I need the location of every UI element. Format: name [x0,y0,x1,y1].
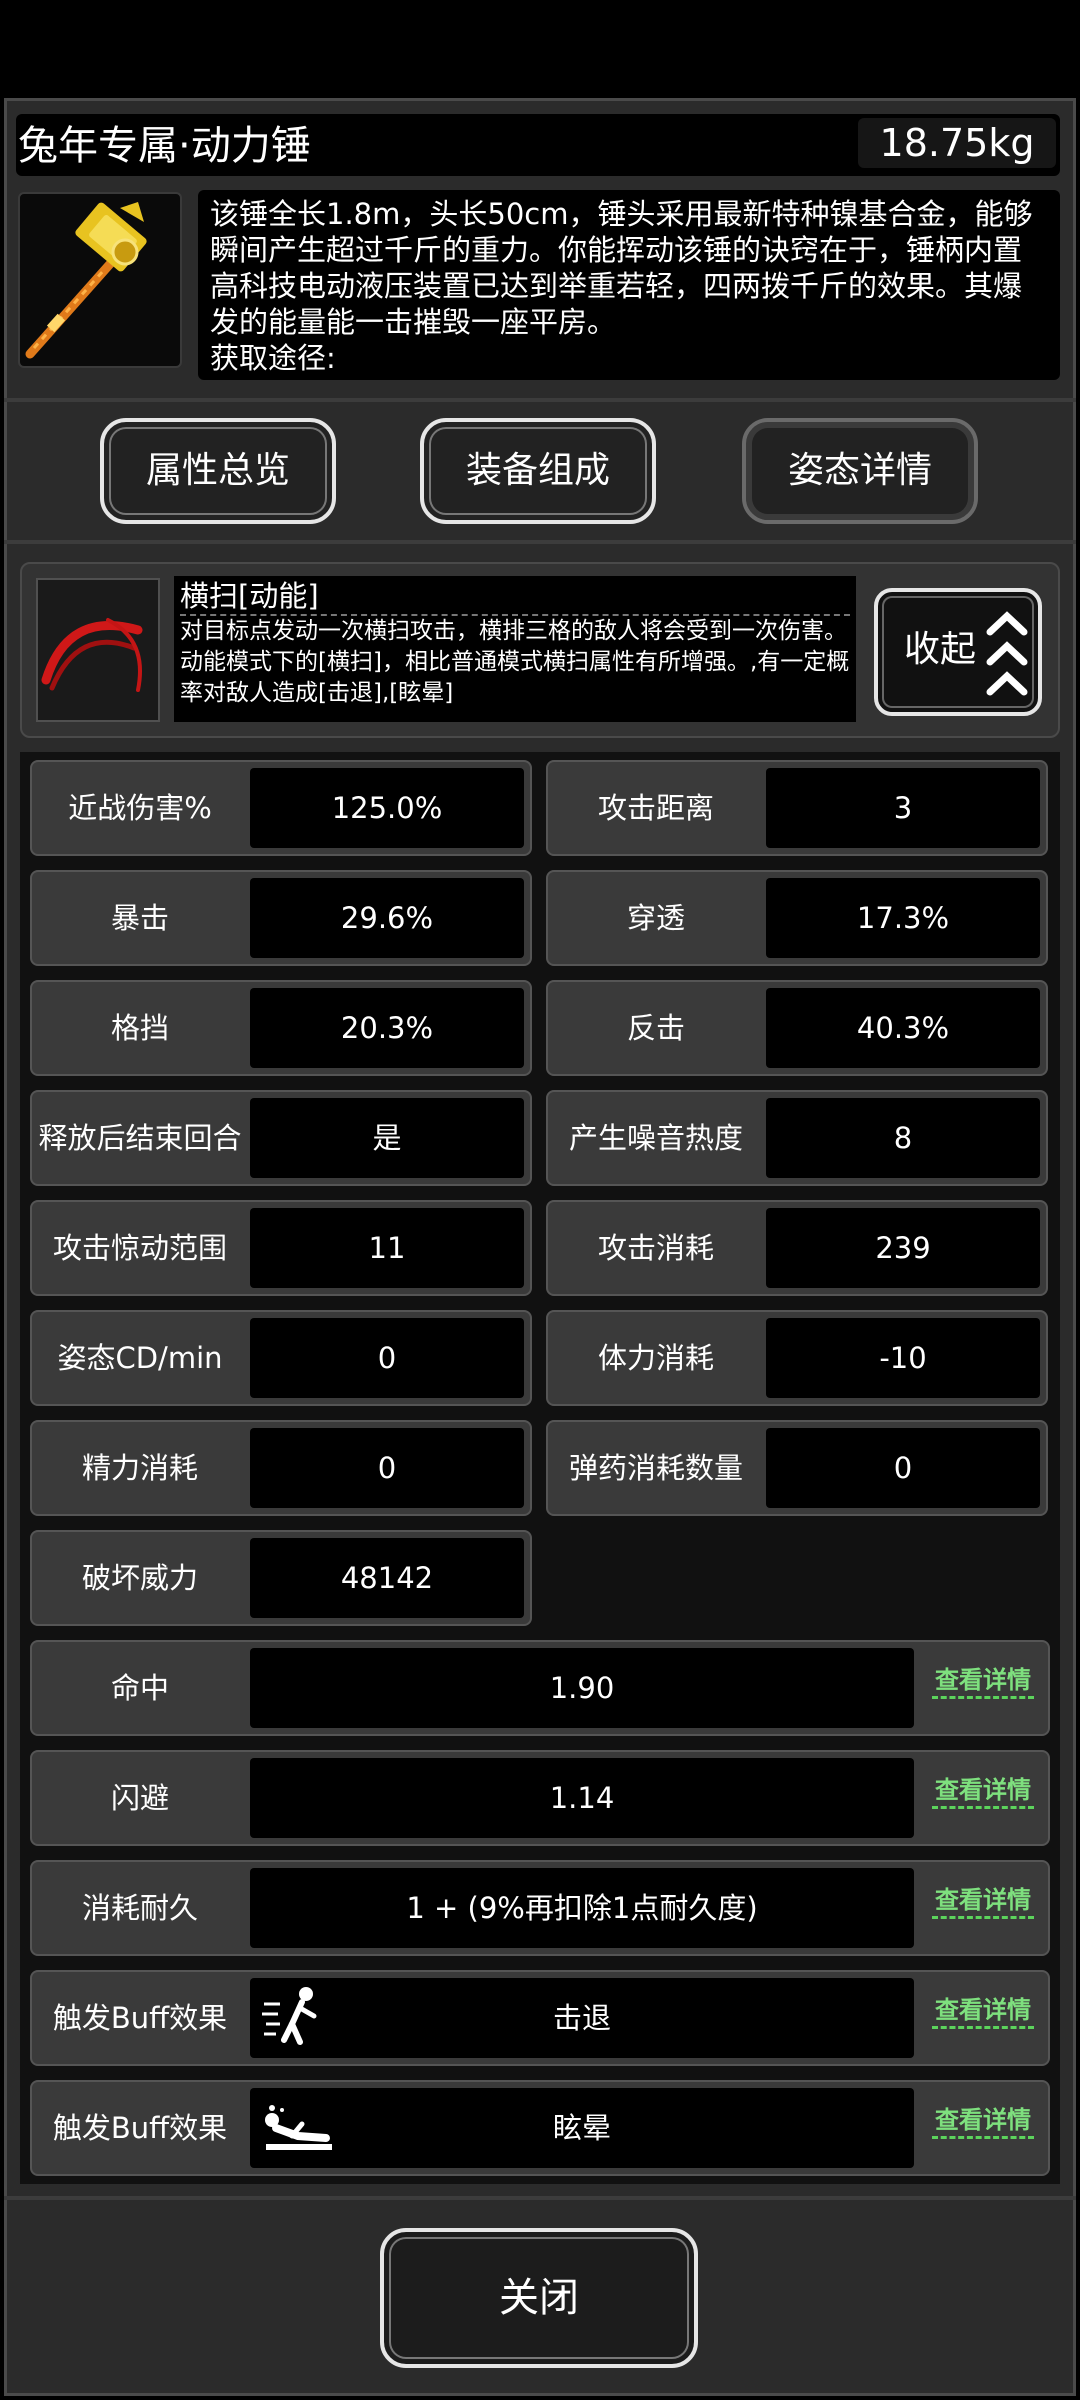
description-text: 该锤全长1.8m，头长50cm，锤头采用最新特种镍基合金，能够瞬间产生超过千斤的… [210,197,1033,339]
stat-label: 产生噪音热度 [568,1121,743,1155]
buff-name: 击退 [552,2001,611,2035]
stat-cell: 格挡 20.3% [30,980,532,1076]
knockback-icon [262,1987,317,2045]
stat-cell: 攻击距离 3 [546,760,1048,856]
stat-value: 1 + (9%再扣除1点耐久度) [250,1868,914,1948]
stat-cell: 近战伤害% 125.0% [30,760,532,856]
stat-value: 48142 [250,1538,524,1618]
stat-cell: 暴击 29.6% [30,870,532,966]
stats-panel: 近战伤害% 125.0% 攻击距离 3 暴击 29.6% 穿透 17.3% 格挡… [20,752,1060,2184]
stat-label: 精力消耗 [81,1451,198,1485]
hammer-icon [18,192,182,368]
stat-label: 触发Buff效果 [52,2001,228,2035]
stat-cell: 精力消耗 0 [30,1420,532,1516]
detail-row: 闪避 1.14 查看详情 [30,1750,1050,1846]
stat-cell: 姿态CD/min 0 [30,1310,532,1406]
sweep-skill-icon [36,578,160,722]
skill-name: 横扫[动能] [180,578,850,616]
close-button[interactable]: 关闭 [380,2228,698,2368]
stat-label: 近战伤害% [68,791,212,825]
stat-label: 弹药消耗数量 [568,1451,743,1485]
stat-cell: 攻击消耗 239 [546,1200,1048,1296]
buff-name: 眩晕 [552,2111,611,2145]
stun-icon [265,2105,332,2150]
stat-value: 1.90 [250,1648,914,1728]
stat-label: 释放后结束回合 [38,1121,242,1155]
stat-value: 40.3% [766,988,1040,1068]
detail-row: 命中 1.90 查看详情 [30,1640,1050,1736]
stat-cell: 产生噪音热度 8 [546,1090,1048,1186]
stat-label: 反击 [626,1011,685,1045]
stat-label: 穿透 [626,901,685,935]
stat-value: 3 [766,768,1040,848]
tab-stance-details[interactable]: 姿态详情 [742,418,978,524]
view-details-link[interactable]: 查看详情 [932,2104,1034,2139]
stat-label: 闪避 [110,1781,169,1815]
stat-value: 17.3% [766,878,1040,958]
stat-label: 触发Buff效果 [52,2111,228,2145]
stat-label: 命中 [110,1671,169,1705]
detail-row: 触发Buff效果 击退 查看详情 [30,1970,1050,2066]
stat-value: 125.0% [250,768,524,848]
stat-value: 0 [766,1428,1040,1508]
item-description: 该锤全长1.8m，头长50cm，锤头采用最新特种镍基合金，能够瞬间产生超过千斤的… [198,190,1060,380]
divider [4,2196,1076,2200]
stat-cell: 释放后结束回合 是 [30,1090,532,1186]
skill-info: 横扫[动能] 对目标点发动一次横扫攻击，横排三格的敌人将会受到一次伤害。动能模式… [174,576,856,722]
stat-label: 攻击惊动范围 [52,1231,227,1265]
stat-cell: 攻击惊动范围 11 [30,1200,532,1296]
stat-value: 0 [250,1318,524,1398]
chevron-up-icon [986,611,1028,696]
stat-label: 格挡 [110,1011,169,1045]
stat-value: 击退 [250,1978,914,2058]
view-details-link[interactable]: 查看详情 [932,1664,1034,1699]
view-details-link[interactable]: 查看详情 [932,1884,1034,1919]
stat-cell: 体力消耗 -10 [546,1310,1048,1406]
stat-label: 破坏威力 [81,1561,198,1595]
collapse-label: 收起 [904,629,977,670]
stat-label: 姿态CD/min [57,1341,223,1375]
stat-value: 20.3% [250,988,524,1068]
divider [4,398,1076,402]
detail-row: 消耗耐久 1 + (9%再扣除1点耐久度) 查看详情 [30,1860,1050,1956]
stat-value: 是 [250,1098,524,1178]
stat-value: -10 [766,1318,1040,1398]
stat-value: 8 [766,1098,1040,1178]
stat-label: 消耗耐久 [81,1891,198,1925]
detail-row: 触发Buff效果 眩晕 查看详情 [30,2080,1050,2176]
collapse-button[interactable]: 收起 [874,588,1042,716]
stat-value: 0 [250,1428,524,1508]
item-title: 兔年专属·动力锤 [18,123,311,169]
stat-cell: 反击 40.3% [546,980,1048,1076]
stat-label: 攻击消耗 [597,1231,714,1265]
divider [4,540,1076,544]
view-details-link[interactable]: 查看详情 [932,1774,1034,1809]
item-weight: 18.75kg [858,118,1056,168]
stat-cell: 穿透 17.3% [546,870,1048,966]
stat-label: 攻击距离 [597,791,714,825]
stat-value: 11 [250,1208,524,1288]
stat-label: 暴击 [110,901,169,935]
stat-value: 1.14 [250,1758,914,1838]
stat-label: 体力消耗 [597,1341,714,1375]
stat-cell: 破坏威力 48142 [30,1530,532,1626]
skill-description: 对目标点发动一次横扫攻击，横排三格的敌人将会受到一次伤害。动能模式下的[横扫]，… [180,618,850,706]
stat-value: 29.6% [250,878,524,958]
tab-equipment-composition[interactable]: 装备组成 [420,418,656,524]
view-details-link[interactable]: 查看详情 [932,1994,1034,2029]
stat-cell: 弹药消耗数量 0 [546,1420,1048,1516]
tab-attributes-overview[interactable]: 属性总览 [100,418,336,524]
source-label: 获取途径: [210,341,336,375]
stat-value: 239 [766,1208,1040,1288]
stat-value: 眩晕 [250,2088,914,2168]
